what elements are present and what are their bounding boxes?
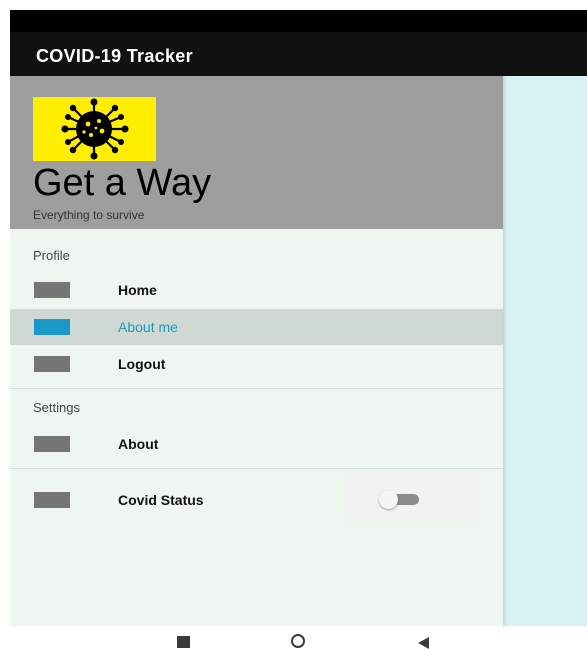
home-menu-icon xyxy=(34,282,70,298)
header-subtitle: Everything to survive xyxy=(33,208,145,222)
virus-icon xyxy=(61,98,129,160)
menu-item-about[interactable]: About xyxy=(10,426,503,462)
menu-item-home[interactable]: Home xyxy=(10,272,503,308)
about-menu-icon xyxy=(34,436,70,452)
switch-thumb[interactable] xyxy=(379,490,398,509)
drawer-header: Get a Way Everything to survive xyxy=(10,76,503,229)
covid-status-switch[interactable] xyxy=(345,476,478,522)
about-me-menu-icon xyxy=(34,319,70,335)
menu-item-label: About me xyxy=(118,319,178,335)
app-title: COVID-19 Tracker xyxy=(36,46,193,66)
system-navigation-bar xyxy=(0,626,587,649)
menu-item-label: About xyxy=(118,436,159,452)
menu-item-logout[interactable]: Logout xyxy=(10,346,503,382)
app-bar: COVID-19 Tracker xyxy=(10,32,587,76)
menu-item-about-me[interactable]: About me xyxy=(10,309,503,345)
section-label-profile: Profile xyxy=(33,248,70,263)
menu-item-label: Home xyxy=(118,282,157,298)
back-icon[interactable] xyxy=(418,637,429,649)
section-divider xyxy=(10,468,503,469)
home-icon[interactable] xyxy=(291,634,305,648)
virus-logo xyxy=(33,97,156,161)
covid-status-menu-icon xyxy=(34,492,70,508)
logout-menu-icon xyxy=(34,356,70,372)
status-bar xyxy=(10,10,587,32)
section-divider xyxy=(10,388,503,389)
recents-icon[interactable] xyxy=(177,636,190,648)
section-label-settings: Settings xyxy=(33,400,80,415)
menu-item-label: Covid Status xyxy=(118,492,204,508)
navigation-drawer: Get a Way Everything to survive Profile … xyxy=(10,76,503,626)
main-content-area xyxy=(503,76,587,626)
header-title: Get a Way xyxy=(33,162,212,204)
menu-item-label: Logout xyxy=(118,356,166,372)
top-margin xyxy=(0,0,587,10)
